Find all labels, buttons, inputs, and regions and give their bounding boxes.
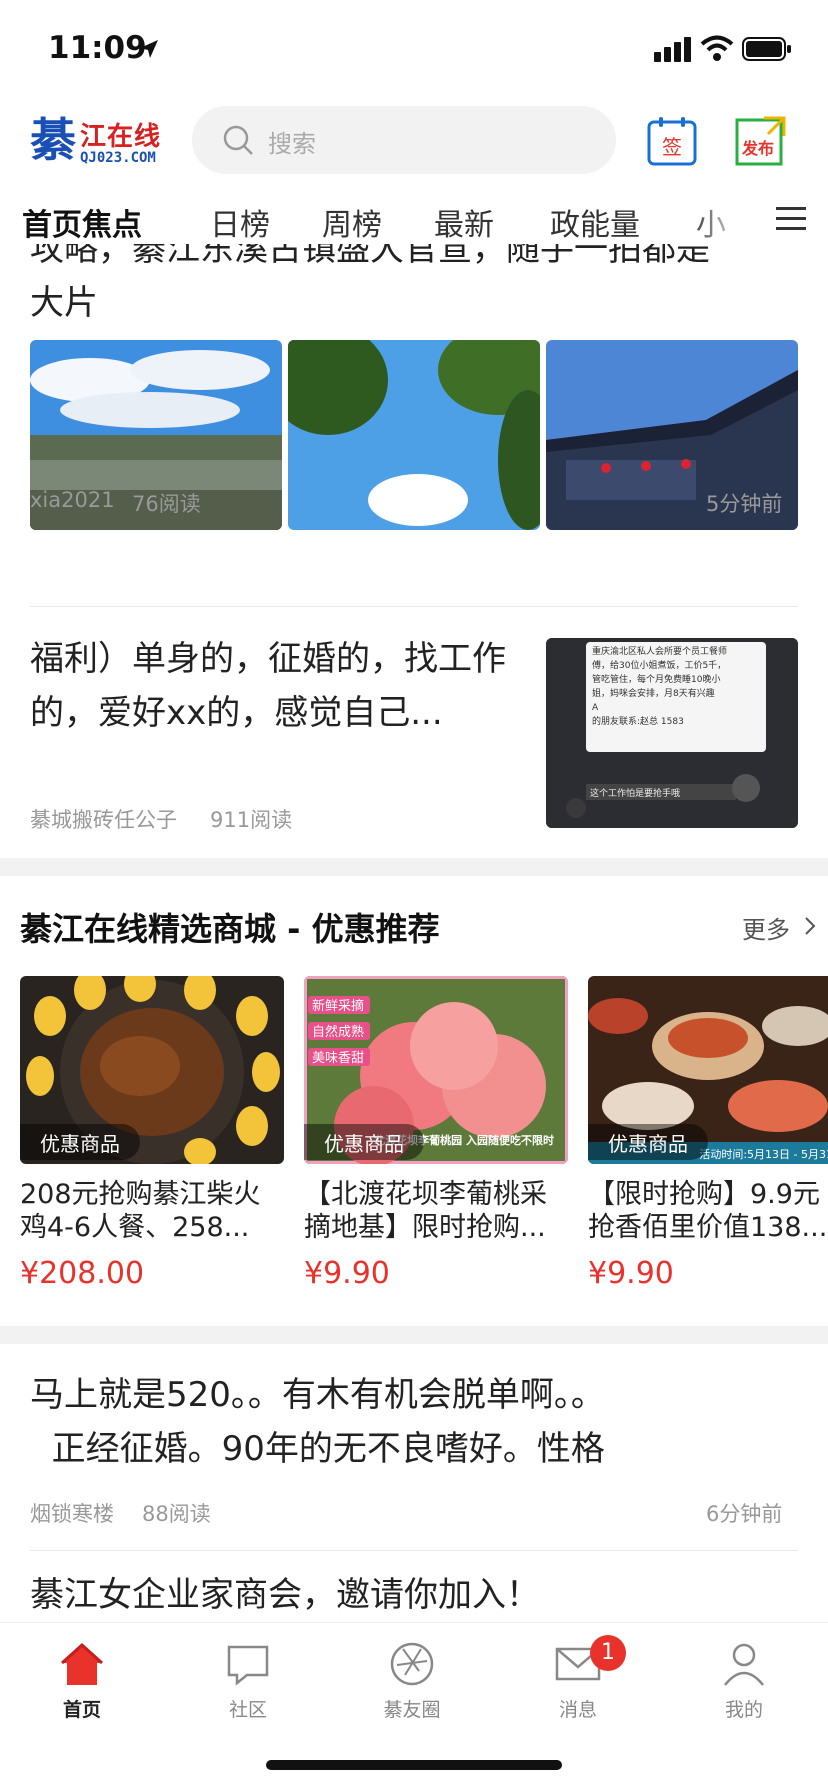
thumb-text-line: 管吃管住，每个月免费睡10晚小 (592, 673, 720, 685)
product-image[interactable]: 新鲜采摘 自然成熟 美味香甜 北渡花坝李葡桃园 入园随便吃不限时 优惠商品 (304, 976, 568, 1164)
feed: 攻略，綦江东溪古镇盛大官宣，随手一拍都是 大片 xia2021 76阅读 5分钟… (0, 244, 828, 1622)
post-image-sky-trees[interactable] (288, 340, 540, 530)
search-placeholder: 搜索 (268, 130, 316, 158)
thumb-text-line: A (592, 703, 599, 713)
product-price: ¥9.90 (588, 1256, 674, 1291)
post-title[interactable]: 綦江女企业家商会，邀请你加入！ (30, 1568, 800, 1622)
section-gap (0, 1326, 828, 1344)
publish-label: 发布 (741, 139, 774, 158)
aperture-icon (390, 1642, 434, 1686)
divider (30, 606, 798, 607)
product-image-tag: 新鲜采摘 (312, 998, 364, 1014)
thumb-text-line: 重庆渝北区私人会所要个员工餐师 (592, 645, 727, 657)
product-image[interactable]: 优惠商品 (20, 976, 284, 1164)
battery-icon (742, 37, 791, 61)
tab-daily[interactable]: 日榜 (210, 200, 270, 244)
thumb-text-line: 姐，妈咪会安排，月8天有兴趣 (592, 687, 715, 699)
logo-url: QJ023.COM (80, 150, 156, 166)
thumb-text-line: 傅，给30位小姐煮饭，工价5千， (592, 659, 726, 671)
product-badge: 优惠商品 (304, 1124, 424, 1160)
status-time: 11:09 (48, 30, 147, 66)
product-badge: 优惠商品 (20, 1124, 140, 1160)
post-title[interactable]: 马上就是520。。有木有机会脱单啊。。 正经征婚。90年的无不良嗜好。性格 (30, 1368, 800, 1476)
app-logo[interactable]: 綦 江在线 QJ023.COM (30, 112, 180, 174)
nav-messages[interactable]: 1 消息 (518, 1635, 638, 1722)
thumb-text-line: 的朋友联系:赵总 1583 (592, 715, 684, 727)
section-gap (0, 858, 828, 876)
unread-badge: 1 (590, 1635, 626, 1671)
app-header: 綦 江在线 QJ023.COM 搜索 签 发布 (0, 100, 828, 210)
menu-icon[interactable] (776, 206, 806, 232)
tab-positive-energy[interactable]: 政能量 (550, 200, 640, 244)
nav-label: 社区 (228, 1699, 267, 1721)
product-image-caption: 活动时间:5月13日 - 5月31日 (699, 1148, 828, 1161)
post-author[interactable]: xia2021 (30, 488, 115, 512)
tab-weekly[interactable]: 周榜 (322, 200, 382, 244)
cellular-signal-icon (654, 37, 691, 62)
post-author[interactable]: 烟锁寒楼 (30, 1498, 114, 1528)
product-price: ¥208.00 (20, 1256, 145, 1291)
product-name[interactable]: 【北渡花坝李葡桃采摘地基】限时抢购... (304, 1178, 568, 1244)
shop-more-link[interactable]: 更多 (742, 910, 790, 945)
nav-label: 我的 (724, 1699, 763, 1721)
home-icon (60, 1642, 104, 1685)
product-name[interactable]: 【限时抢购】9.9元抢香佰里价值138... (588, 1178, 828, 1244)
post-title[interactable]: 福利）单身的，征婚的，找工作的，爱好xx的，感觉自己... (30, 632, 510, 740)
post-image-chat-screenshot[interactable]: 重庆渝北区私人会所要个员工餐师 傅，给30位小姐煮饭，工价5千， 管吃管住，每个… (546, 638, 798, 828)
thumb-text-line: 这个工作怕是要抢手哦 (590, 787, 680, 799)
post-title[interactable]: 攻略，綦江东溪古镇盛大官宣，随手一拍都是 大片 (30, 244, 800, 323)
post-reads: 88阅读 (142, 1502, 211, 1526)
chevron-right-icon[interactable] (804, 916, 816, 936)
product-image-tag: 美味香甜 (312, 1050, 364, 1066)
post-author[interactable]: 綦城搬砖任公子 (30, 804, 177, 834)
nav-friends-circle[interactable]: 綦友圈 (352, 1641, 472, 1722)
post-title-line1: 攻略，綦江东溪古镇盛大官宣，随手一拍都是 (30, 244, 710, 269)
logo-mark: 綦 (30, 113, 76, 167)
user-icon (724, 1643, 764, 1686)
post-time: 5分钟前 (706, 492, 783, 516)
post-time: 6分钟前 (706, 1502, 783, 1526)
search-icon (223, 125, 253, 155)
product-image-tag: 自然成熟 (312, 1024, 364, 1040)
product-image[interactable]: 活动时间:5月13日 - 5月31日 优惠商品 (588, 976, 828, 1164)
nav-home[interactable]: 首页 (22, 1641, 142, 1722)
post-title-line2: 大片 (30, 283, 98, 323)
nav-label: 綦友圈 (383, 1699, 441, 1721)
product-badge: 优惠商品 (588, 1124, 708, 1160)
nav-label: 消息 (558, 1699, 597, 1721)
signin-calendar-button[interactable]: 签 (646, 116, 698, 166)
post-reads: 911阅读 (210, 808, 293, 832)
shop-section-title: 綦江在线精选商城 - 优惠推荐 (20, 910, 440, 948)
location-arrow-icon (140, 40, 158, 58)
logo-text: 江在线 (80, 122, 162, 152)
status-bar: 11:09 (0, 0, 828, 100)
home-indicator (266, 1760, 562, 1770)
post-reads: 76阅读 (132, 492, 201, 516)
product-name[interactable]: 208元抢购綦江柴火鸡4-6人餐、258... (20, 1178, 284, 1244)
search-input[interactable]: 搜索 (192, 106, 616, 174)
publish-button[interactable]: 发布 (734, 116, 786, 166)
chat-bubble-icon (227, 1645, 269, 1686)
nav-community[interactable]: 社区 (188, 1641, 308, 1722)
nav-label: 首页 (62, 1699, 101, 1721)
divider (30, 1550, 798, 1551)
product-price: ¥9.90 (304, 1256, 390, 1291)
tab-fade (690, 196, 760, 244)
tab-latest[interactable]: 最新 (434, 200, 494, 244)
nav-profile[interactable]: 我的 (684, 1641, 804, 1722)
wifi-icon (700, 35, 734, 61)
signin-label: 签 (662, 135, 682, 159)
tab-home-focus[interactable]: 首页焦点 (22, 200, 142, 244)
